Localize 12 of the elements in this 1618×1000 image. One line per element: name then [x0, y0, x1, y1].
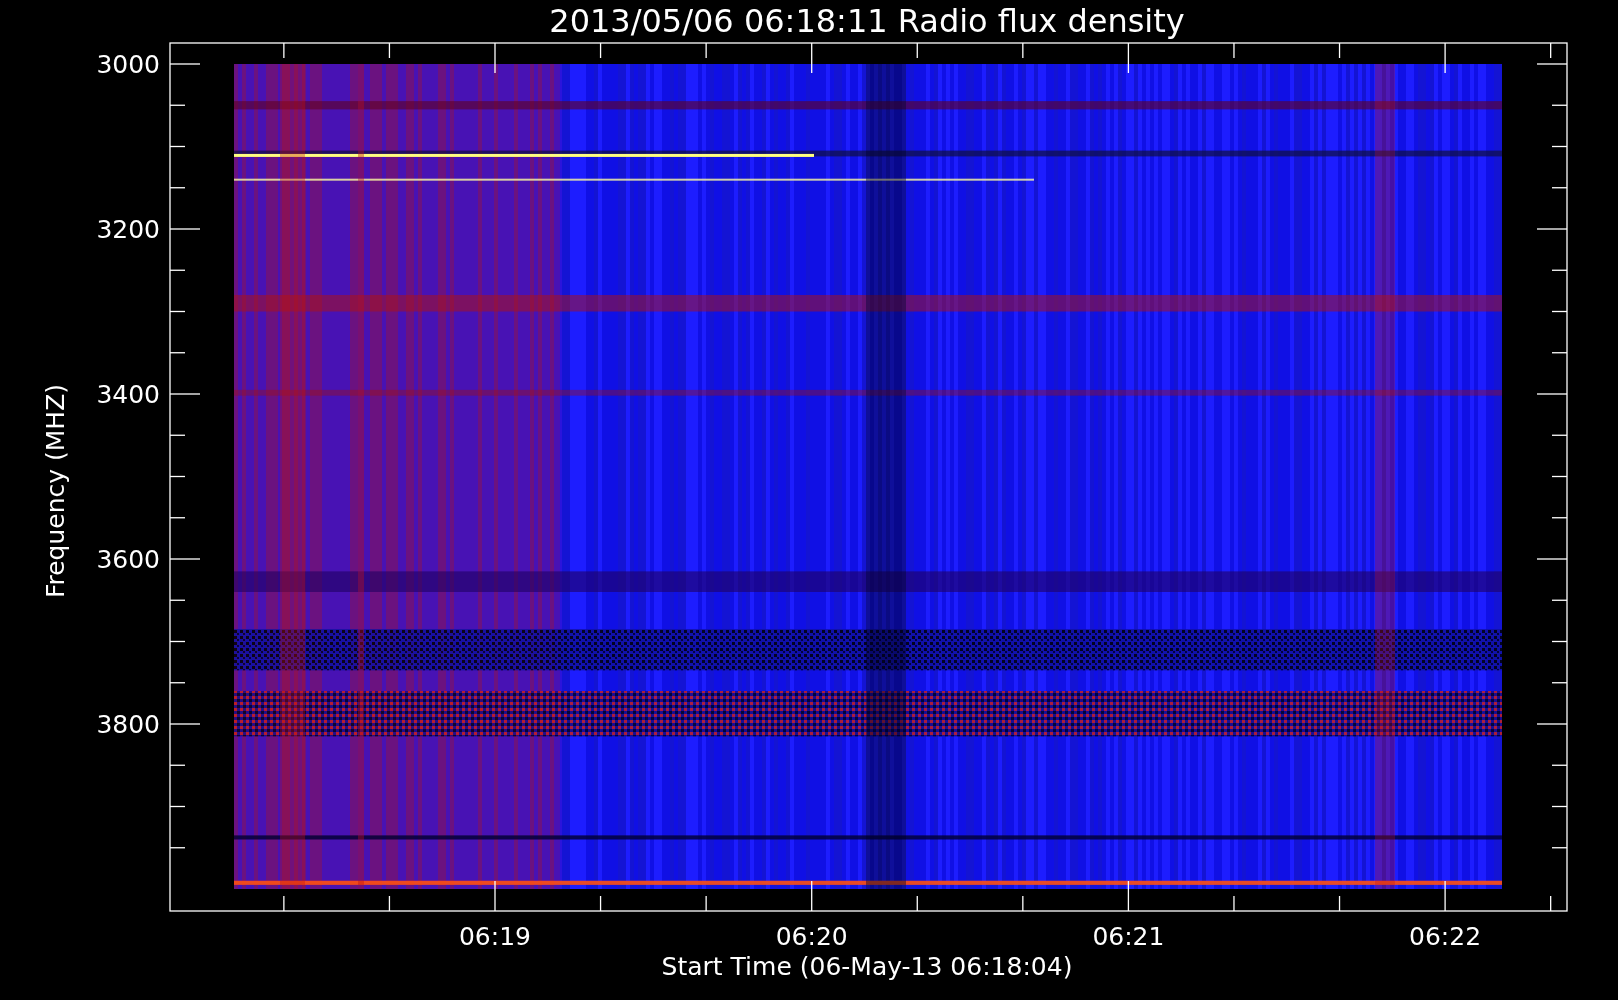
y-axis-label: Frequency (MHZ) — [41, 383, 70, 599]
x-tick-label: 06:19 — [459, 922, 531, 951]
x-tick-label: 06:20 — [775, 922, 848, 951]
x-tick-label: 06:21 — [1092, 922, 1165, 951]
y-tick-label: 3600 — [96, 545, 160, 574]
plot-title: 2013/05/06 06:18:11 Radio flux density — [549, 2, 1185, 40]
x-axis-label: Start Time (06-May-13 06:18:04) — [661, 952, 1073, 981]
x-tick-label: 06:22 — [1409, 922, 1482, 951]
y-tick-label: 3800 — [96, 710, 160, 739]
y-tick-label: 3000 — [96, 50, 160, 79]
y-tick-label: 3400 — [96, 380, 160, 409]
y-tick-label: 3200 — [96, 215, 160, 244]
